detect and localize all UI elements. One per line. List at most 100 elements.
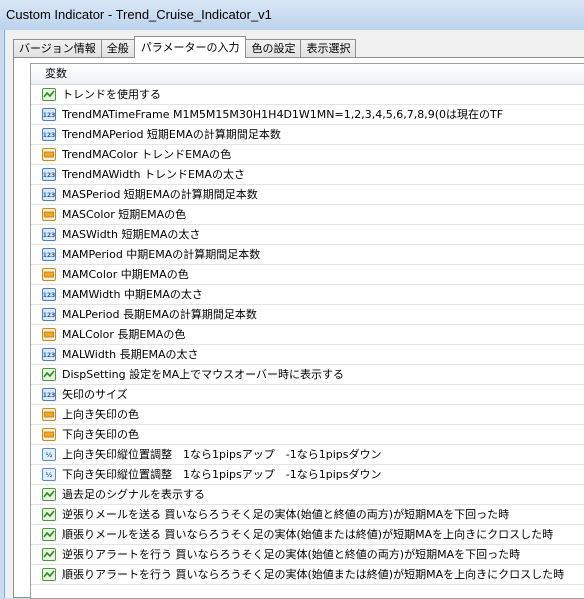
svg-text:123: 123 [43, 172, 56, 179]
column-header-label: 変数 [45, 67, 67, 80]
svg-text:123: 123 [43, 292, 56, 299]
bool-icon [42, 368, 56, 381]
bool-icon [42, 508, 56, 521]
color-icon [42, 408, 56, 421]
bool-icon [42, 88, 56, 101]
parameter-label: MALWidth 長期EMAの太さ [62, 348, 199, 361]
parameter-label: MALPeriod 長期EMAの計算期間足本数 [62, 308, 257, 321]
svg-text:123: 123 [43, 352, 56, 359]
parameter-row[interactable]: 順張りメールを送る 買いならろうそく足の実体(始値または終値)が短期MAを上向き… [31, 525, 584, 545]
parameter-label: MAMPeriod 中期EMAの計算期間足本数 [62, 248, 261, 261]
parameter-label: MASPeriod 短期EMAの計算期間足本数 [62, 188, 258, 201]
parameter-row[interactable]: 123 TrendMAPeriod 短期EMAの計算期間足本数 [31, 125, 584, 145]
parameter-row[interactable]: 逆張りアラートを行う 買いならろうそく足の実体(始値と終値の両方)が短期MAを下… [31, 545, 584, 565]
svg-text:½: ½ [46, 451, 53, 459]
parameter-label: MASColor 短期EMAの色 [62, 208, 187, 221]
parameter-row[interactable]: 123 MAMWidth 中期EMAの太さ [31, 285, 584, 305]
int-icon: 123 [42, 288, 56, 301]
dialog-body: バージョン情報 全般 パラメーターの入力 色の設定 表示選択 変数 トレンドを使… [4, 30, 584, 599]
parameter-row[interactable]: 上向き矢印の色 [31, 405, 584, 425]
parameter-row[interactable]: 123 MALWidth 長期EMAの太さ [31, 345, 584, 365]
parameter-row[interactable]: 123 MASPeriod 短期EMAの計算期間足本数 [31, 185, 584, 205]
parameter-label: TrendMAPeriod 短期EMAの計算期間足本数 [62, 128, 281, 141]
svg-text:123: 123 [43, 252, 56, 259]
svg-text:123: 123 [43, 192, 56, 199]
int-icon: 123 [42, 248, 56, 261]
parameter-label: 逆張りアラートを行う 買いならろうそく足の実体(始値と終値の両方)が短期MAを下… [62, 548, 521, 561]
parameter-row[interactable]: 123 TrendMATimeFrame M1M5M15M30H1H4D1W1M… [31, 105, 584, 125]
parameter-rows: トレンドを使用する 123 TrendMATimeFrame M1M5M15M3… [31, 85, 584, 585]
color-icon [42, 268, 56, 281]
parameter-row[interactable]: DispSetting 設定をMA上でマウスオーバー時に表示する [31, 365, 584, 385]
tab-strip: バージョン情報 全般 パラメーターの入力 色の設定 表示選択 [13, 36, 357, 58]
svg-text:123: 123 [43, 312, 56, 319]
parameter-label: 過去足のシグナルを表示する [62, 488, 205, 501]
parameter-row[interactable]: MASColor 短期EMAの色 [31, 205, 584, 225]
color-icon [42, 208, 56, 221]
int-icon: 123 [42, 168, 56, 181]
parameter-label: TrendMAColor トレンドEMAの色 [62, 148, 232, 161]
bool-icon [42, 548, 56, 561]
parameter-label: 順張りアラートを行う 買いならろうそく足の実体(始値または終値)が短期MAを上向… [62, 568, 565, 581]
bool-icon [42, 488, 56, 501]
title-bar[interactable]: Custom Indicator - Trend_Cruise_Indicato… [0, 0, 584, 30]
svg-text:123: 123 [43, 232, 56, 239]
parameter-label: トレンドを使用する [62, 88, 161, 101]
int-icon: 123 [42, 188, 56, 201]
int-icon: 123 [42, 388, 56, 401]
window-title: Custom Indicator - Trend_Cruise_Indicato… [6, 7, 272, 22]
svg-text:123: 123 [43, 112, 56, 119]
bool-icon [42, 528, 56, 541]
parameter-label: 上向き矢印縦位置調整 1なら1pipsアップ -1なら1pipsダウン [62, 448, 382, 461]
parameter-row[interactable]: ½ 下向き矢印縦位置調整 1なら1pipsアップ -1なら1pipsダウン [31, 465, 584, 485]
parameters-panel: 変数 トレンドを使用する 123 TrendMATimeFrame M1M5M1… [13, 57, 584, 599]
color-icon [42, 328, 56, 341]
parameters-grid[interactable]: 変数 トレンドを使用する 123 TrendMATimeFrame M1M5M1… [30, 63, 584, 599]
int-icon: 123 [42, 108, 56, 121]
color-icon [42, 148, 56, 161]
parameter-label: TrendMATimeFrame M1M5M15M30H1H4D1W1MN=1,… [62, 108, 504, 121]
parameter-label: 矢印のサイズ [62, 388, 128, 401]
tab-parameters[interactable]: パラメーターの入力 [133, 36, 247, 58]
parameter-label: MALColor 長期EMAの色 [62, 328, 186, 341]
parameter-row[interactable]: ½ 上向き矢印縦位置調整 1なら1pipsアップ -1なら1pipsダウン [31, 445, 584, 465]
parameter-label: MAMColor 中期EMAの色 [62, 268, 189, 281]
parameter-label: MAMWidth 中期EMAの太さ [62, 288, 203, 301]
int-icon: 123 [42, 308, 56, 321]
tab-visualization[interactable]: 表示選択 [300, 39, 357, 58]
parameter-label: 下向き矢印の色 [62, 428, 139, 441]
parameter-row[interactable]: 123 TrendMAWidth トレンドEMAの太さ [31, 165, 584, 185]
parameter-row[interactable]: 過去足のシグナルを表示する [31, 485, 584, 505]
parameter-row[interactable]: TrendMAColor トレンドEMAの色 [31, 145, 584, 165]
svg-text:123: 123 [43, 132, 56, 139]
parameter-label: DispSetting 設定をMA上でマウスオーバー時に表示する [62, 368, 345, 381]
svg-text:½: ½ [46, 471, 53, 479]
parameter-row[interactable]: トレンドを使用する [31, 85, 584, 105]
tab-version-info[interactable]: バージョン情報 [13, 39, 102, 58]
double-icon: ½ [42, 468, 56, 481]
parameter-row[interactable]: 下向き矢印の色 [31, 425, 584, 445]
double-icon: ½ [42, 448, 56, 461]
color-icon [42, 428, 56, 441]
parameter-row[interactable]: 123 MAMPeriod 中期EMAの計算期間足本数 [31, 245, 584, 265]
parameter-label: 上向き矢印の色 [62, 408, 139, 421]
tab-general[interactable]: 全般 [100, 39, 135, 58]
parameter-row[interactable]: 順張りアラートを行う 買いならろうそく足の実体(始値または終値)が短期MAを上向… [31, 565, 584, 585]
parameter-row[interactable]: 123 MASWidth 短期EMAの太さ [31, 225, 584, 245]
column-header-variable[interactable]: 変数 [31, 64, 584, 85]
parameter-label: 順張りメールを送る 買いならろうそく足の実体(始値または終値)が短期MAを上向き… [62, 528, 554, 541]
parameter-label: 下向き矢印縦位置調整 1なら1pipsアップ -1なら1pipsダウン [62, 468, 382, 481]
int-icon: 123 [42, 348, 56, 361]
parameter-row[interactable]: 逆張りメールを送る 買いならろうそく足の実体(始値と終値の両方)が短期MAを下回… [31, 505, 584, 525]
parameter-row[interactable]: MAMColor 中期EMAの色 [31, 265, 584, 285]
parameter-label: MASWidth 短期EMAの太さ [62, 228, 201, 241]
svg-text:123: 123 [43, 392, 56, 399]
parameter-label: 逆張りメールを送る 買いならろうそく足の実体(始値と終値の両方)が短期MAを下回… [62, 508, 510, 521]
parameter-row[interactable]: 123 MALPeriod 長期EMAの計算期間足本数 [31, 305, 584, 325]
parameter-label: TrendMAWidth トレンドEMAの太さ [62, 168, 245, 181]
parameter-row[interactable]: MALColor 長期EMAの色 [31, 325, 584, 345]
tab-colors[interactable]: 色の設定 [245, 39, 302, 58]
int-icon: 123 [42, 228, 56, 241]
parameter-row[interactable]: 123 矢印のサイズ [31, 385, 584, 405]
int-icon: 123 [42, 128, 56, 141]
